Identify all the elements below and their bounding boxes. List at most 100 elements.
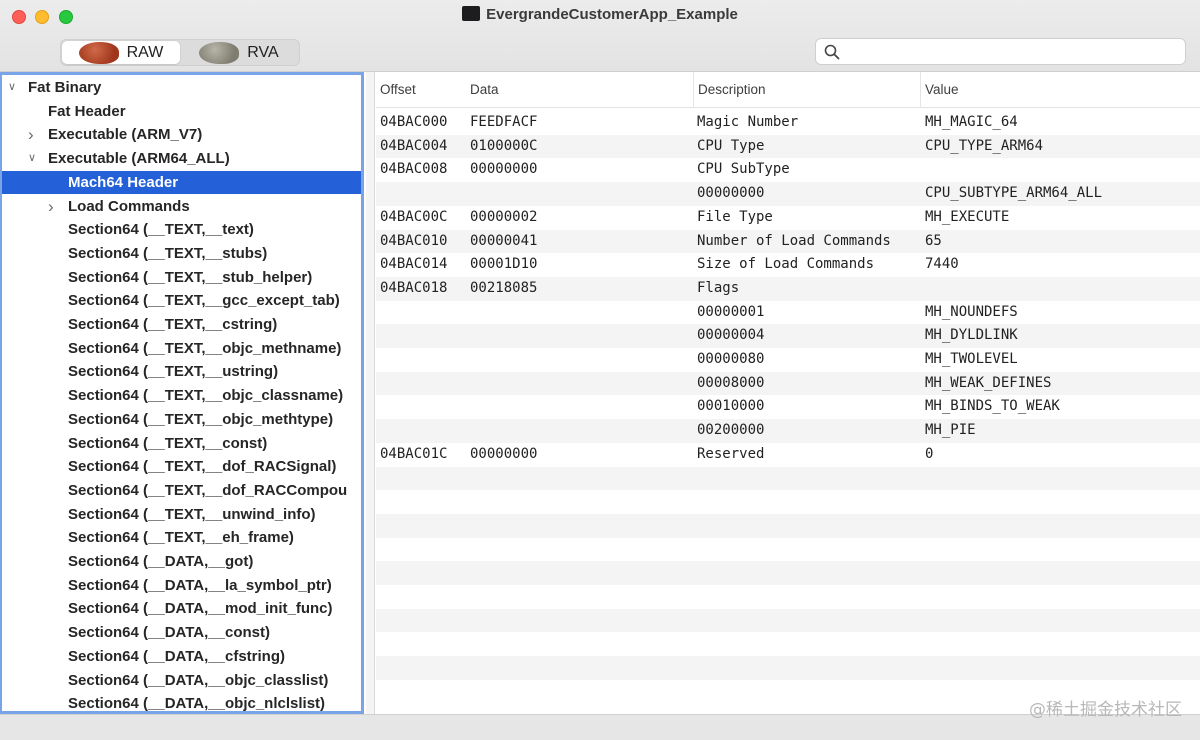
offset-cell: 04BAC00C (380, 208, 448, 225)
table-row[interactable]: 00000001 MH_NOUNDEFS (376, 301, 1200, 325)
raw-mode-icon (78, 41, 119, 64)
tree-item[interactable]: Section64 (__TEXT,__stubs) (2, 242, 361, 266)
tree-item-label: Section64 (__DATA,__objc_nlclslist) (68, 695, 326, 713)
table-row[interactable]: 00000004 MH_DYLDLINK (376, 324, 1200, 348)
description-cell: CPU SubType (697, 161, 790, 178)
empty-table-row (376, 561, 1200, 585)
table-row[interactable]: 04BAC008 00000000 CPU SubType (376, 158, 1200, 182)
offset-cell: 04BAC018 (380, 279, 448, 296)
tree-item[interactable]: Section64 (__TEXT,__cstring) (2, 313, 361, 337)
data-cell: 00001D10 (470, 256, 538, 273)
tree-item-label: Section64 (__TEXT,__dof_RACCompou (68, 481, 348, 499)
column-header-offset[interactable]: Offset (376, 72, 466, 108)
offset-cell: 04BAC014 (380, 256, 448, 273)
tree-item-label: Section64 (__TEXT,__dof_RACSignal) (68, 458, 337, 476)
split-view-divider[interactable] (366, 72, 375, 714)
table-row[interactable]: 00000000 CPU_SUBTYPE_ARM64_ALL (376, 182, 1200, 206)
value-cell: MH_WEAK_DEFINES (925, 374, 1052, 391)
tree-item[interactable]: Section64 (__TEXT,__dof_RACCompou (2, 479, 361, 503)
window-title-group: EvergrandeCustomerApp_Example (0, 6, 1200, 23)
tree-item[interactable]: Section64 (__TEXT,__eh_frame) (2, 526, 361, 550)
tree-item-label: Section64 (__TEXT,__unwind_info) (68, 505, 316, 523)
tree-item[interactable]: Section64 (__DATA,__const) (2, 621, 361, 645)
data-cell: 0100000C (470, 137, 538, 154)
empty-table-row (376, 656, 1200, 680)
tree-item[interactable]: ∨ Executable (ARM64_ALL) (2, 147, 361, 171)
tree-item[interactable]: Section64 (__TEXT,__gcc_except_tab) (2, 289, 361, 313)
rva-mode-button[interactable]: RVA (180, 41, 298, 64)
disclosure-expanded-icon[interactable]: ∨ (8, 76, 16, 100)
tree-item-label: Section64 (__DATA,__mod_init_func) (68, 600, 333, 618)
table-row[interactable]: 00200000 MH_PIE (376, 419, 1200, 443)
value-cell: MH_EXECUTE (925, 208, 1010, 225)
tree-item[interactable]: Section64 (__DATA,__objc_nlclslist) (2, 692, 361, 713)
table-row[interactable]: 04BAC000 FEEDFACF Magic Number MH_MAGIC_64 (376, 111, 1200, 135)
tree-item[interactable]: Section64 (__TEXT,__objc_methtype) (2, 408, 361, 432)
tree-item-label: Section64 (__TEXT,__eh_frame) (68, 529, 294, 547)
data-cell: 00218085 (470, 279, 538, 296)
offset-cell: 04BAC01C (380, 445, 448, 462)
tree-item-label: Section64 (__TEXT,__objc_methname) (68, 339, 342, 357)
value-cell: MH_TWOLEVEL (925, 351, 1018, 367)
description-cell: CPU Type (697, 137, 765, 154)
column-header-description[interactable]: Description (693, 72, 920, 108)
tree-item-label: Mach64 Header (68, 173, 179, 191)
tree-item[interactable]: › Executable (ARM_V7) (2, 123, 361, 147)
tree-item-label: Section64 (__TEXT,__gcc_except_tab) (68, 292, 340, 310)
tree-item[interactable]: Mach64 Header (2, 170, 361, 195)
tree-item[interactable]: Section64 (__TEXT,__text) (2, 218, 361, 242)
search-field[interactable] (815, 38, 1186, 65)
table-row[interactable]: 04BAC004 0100000C CPU Type CPU_TYPE_ARM64 (376, 134, 1200, 159)
table-row[interactable]: 00008000 MH_WEAK_DEFINES (376, 371, 1200, 396)
table-row[interactable]: 04BAC00C 00000002 File Type MH_EXECUTE (376, 206, 1200, 230)
column-header-data[interactable]: Data (466, 72, 693, 108)
disclosure-collapsed-icon[interactable]: › (28, 123, 34, 147)
tree-item-label: Section64 (__TEXT,__stub_helper) (68, 268, 313, 286)
tree-item[interactable]: Section64 (__DATA,__got) (2, 550, 361, 574)
description-cell: 00000004 (697, 327, 765, 344)
tree-item-label: Section64 (__TEXT,__cstring) (68, 316, 278, 333)
tree-item[interactable]: Section64 (__TEXT,__objc_methname) (2, 337, 361, 361)
tree-item-label: Section64 (__DATA,__const) (68, 624, 270, 642)
tree-item[interactable]: Section64 (__TEXT,__unwind_info) (2, 503, 361, 527)
tree-item-label: Fat Header (48, 102, 126, 120)
tree-item[interactable]: Fat Header (2, 100, 361, 124)
description-cell: 00000080 (697, 351, 765, 367)
value-cell: MH_DYLDLINK (925, 327, 1018, 344)
tree-item[interactable]: › Load Commands (2, 195, 361, 219)
description-cell: 00000001 (697, 303, 765, 320)
disclosure-expanded-icon[interactable]: ∨ (28, 147, 36, 171)
table-row[interactable]: 04BAC010 00000041 Number of Load Commands 6… (376, 229, 1200, 254)
tree-item[interactable]: Section64 (__DATA,__cfstring) (2, 645, 361, 669)
table-row[interactable]: 04BAC01C 00000000 Reserved 0 (376, 443, 1200, 467)
table-row[interactable]: 00010000 MH_BINDS_TO_WEAK (376, 395, 1200, 419)
tree-item[interactable]: Section64 (__DATA,__objc_classlist) (2, 669, 361, 693)
tree-item-label: Section64 (__TEXT,__const) (68, 434, 268, 452)
disclosure-collapsed-icon[interactable]: › (48, 195, 54, 219)
offset-cell: 04BAC000 (380, 114, 448, 130)
tree-item[interactable]: Section64 (__DATA,__mod_init_func) (2, 597, 361, 621)
watermark-text: @稀土掘金技术社区 (1029, 700, 1182, 720)
tree-item[interactable]: Section64 (__TEXT,__stub_helper) (2, 266, 361, 290)
raw-mode-button[interactable]: RAW (62, 41, 180, 64)
tree-item-label: Section64 (__DATA,__la_symbol_ptr) (68, 576, 332, 594)
tree-item[interactable]: Section64 (__TEXT,__dof_RACSignal) (2, 455, 361, 479)
value-cell: MH_NOUNDEFS (925, 303, 1018, 320)
column-header-value[interactable]: Value (920, 72, 1200, 108)
window-title: EvergrandeCustomerApp_Example (486, 6, 738, 23)
empty-table-row (376, 608, 1200, 633)
tree-item-label: Section64 (__TEXT,__text) (68, 221, 254, 239)
tree-item[interactable]: ∨ Fat Binary (2, 76, 361, 100)
data-cell: 00000000 (470, 161, 538, 178)
table-row[interactable]: 04BAC014 00001D10 Size of Load Commands 744… (376, 253, 1200, 277)
empty-table-row (376, 466, 1200, 491)
tree-item[interactable]: Section64 (__DATA,__la_symbol_ptr) (2, 574, 361, 598)
value-cell: CPU_TYPE_ARM64 (925, 137, 1044, 154)
table-row[interactable]: 00000080 MH_TWOLEVEL (376, 348, 1200, 372)
table-row[interactable]: 04BAC018 00218085 Flags (376, 276, 1200, 301)
address-mode-toggle: RAW RVA (60, 39, 300, 66)
tree-item[interactable]: Section64 (__TEXT,__const) (2, 432, 361, 456)
raw-mode-label: RAW (126, 43, 164, 61)
tree-item[interactable]: Section64 (__TEXT,__objc_classname) (2, 384, 361, 408)
tree-item[interactable]: Section64 (__TEXT,__ustring) (2, 360, 361, 384)
